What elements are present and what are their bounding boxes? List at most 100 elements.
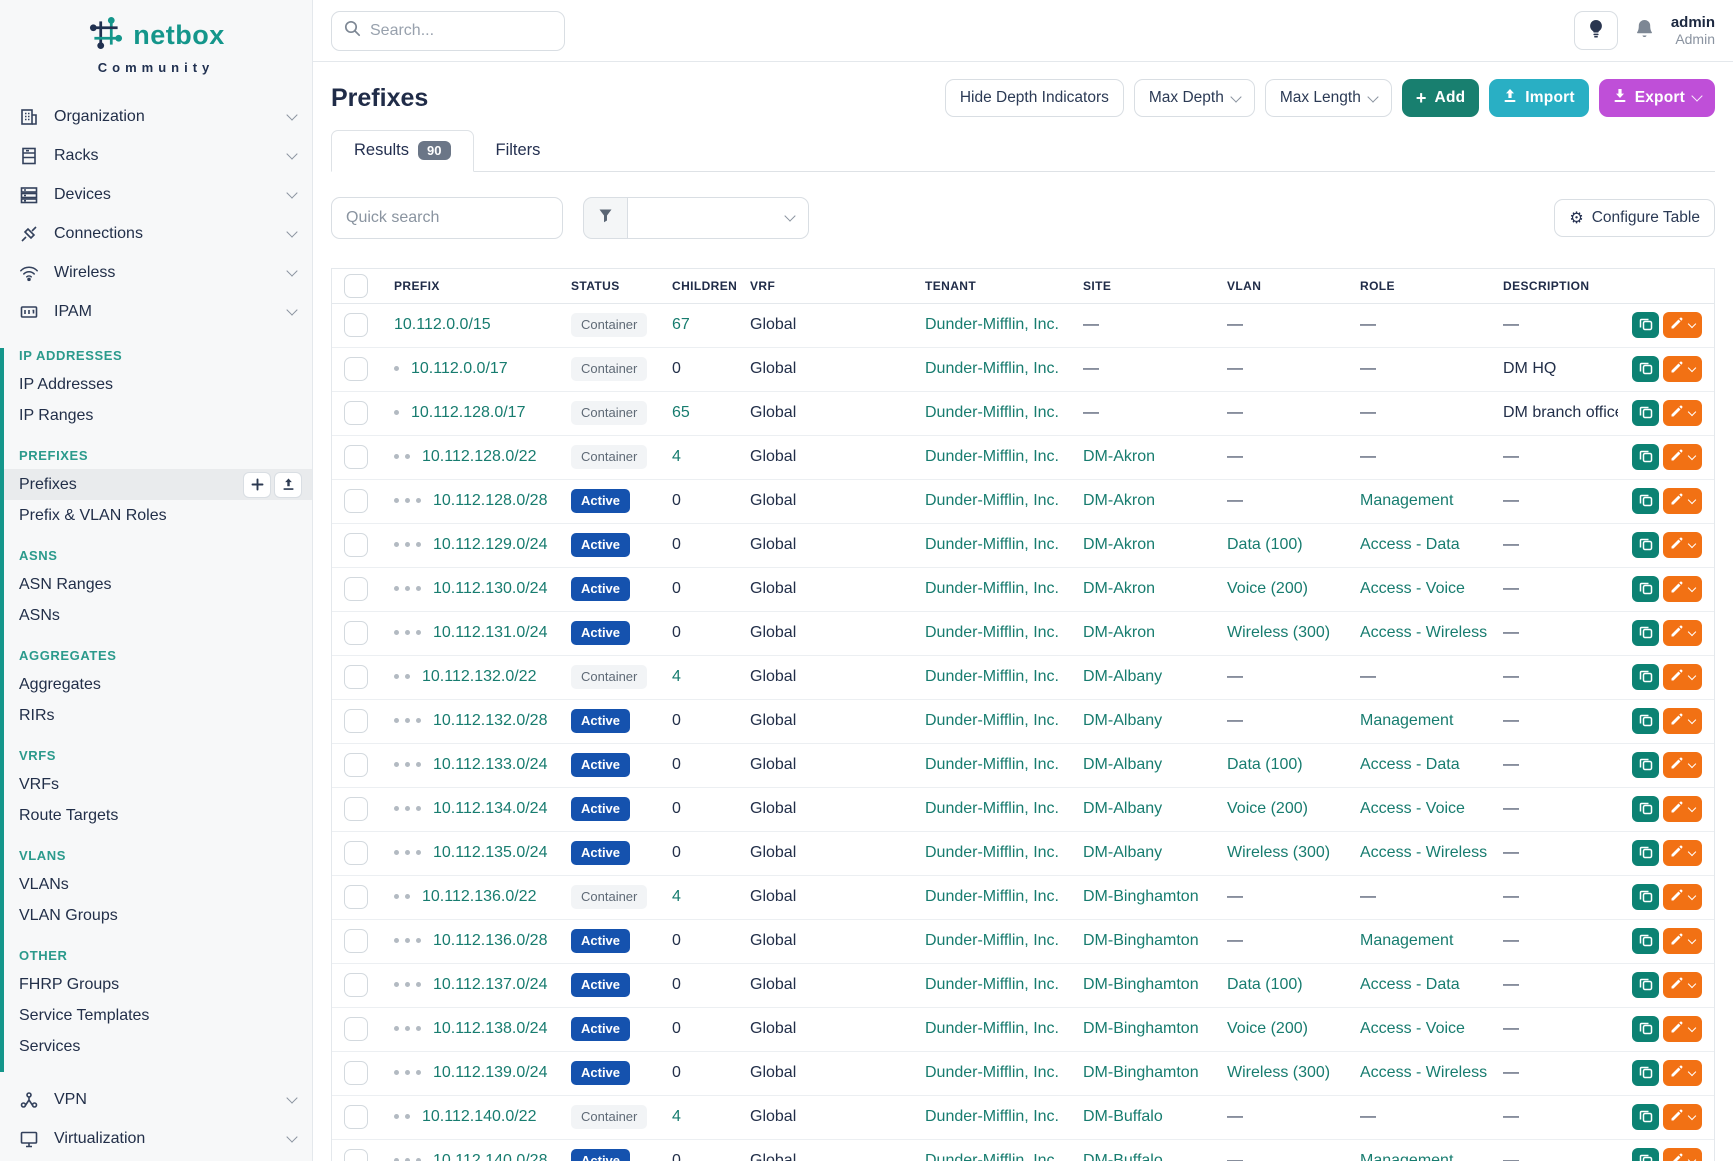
prefix-link[interactable]: 10.112.135.0/24 [433, 844, 547, 861]
import-button[interactable]: Import [1489, 79, 1588, 117]
clone-button[interactable] [1632, 1148, 1659, 1161]
prefix-link[interactable]: 10.112.129.0/24 [433, 536, 547, 553]
row-checkbox[interactable] [344, 445, 368, 469]
add-button[interactable]: + Add [1402, 79, 1479, 117]
user-menu[interactable]: admin Admin [1671, 14, 1715, 47]
tenant-link[interactable]: Dunder-Mifflin, Inc. [925, 976, 1059, 993]
sidebar-item-fhrp-groups[interactable]: FHRP Groups [4, 969, 312, 1000]
prefix-link[interactable]: 10.112.133.0/24 [433, 756, 547, 773]
row-checkbox[interactable] [344, 489, 368, 513]
site-link[interactable]: DM-Akron [1083, 448, 1155, 465]
prefix-link[interactable]: 10.112.132.0/22 [422, 668, 536, 685]
site-link[interactable]: DM-Binghamton [1083, 932, 1199, 949]
row-checkbox[interactable] [344, 1017, 368, 1041]
sidebar-item-rirs[interactable]: RIRs [4, 700, 312, 731]
tenant-link[interactable]: Dunder-Mifflin, Inc. [925, 844, 1059, 861]
prefix-link[interactable]: 10.112.140.0/28 [433, 1152, 547, 1161]
prefix-link[interactable]: 10.112.136.0/28 [433, 932, 547, 949]
tenant-link[interactable]: Dunder-Mifflin, Inc. [925, 668, 1059, 685]
clone-button[interactable] [1632, 708, 1659, 734]
vlan-link[interactable]: Wireless (300) [1227, 624, 1330, 641]
edit-button[interactable] [1663, 312, 1702, 338]
vlan-link[interactable]: Voice (200) [1227, 1020, 1308, 1037]
prefix-link[interactable]: 10.112.132.0/28 [433, 712, 547, 729]
export-button[interactable]: Export [1599, 79, 1715, 117]
tenant-link[interactable]: Dunder-Mifflin, Inc. [925, 888, 1059, 905]
tenant-link[interactable]: Dunder-Mifflin, Inc. [925, 360, 1059, 377]
column-header-children[interactable]: CHILDREN [660, 269, 738, 303]
sidebar-item-prefix-and-vlan-roles[interactable]: Prefix & VLAN Roles [4, 500, 312, 531]
sidebar-item-connections[interactable]: Connections [0, 214, 312, 253]
row-checkbox[interactable] [344, 885, 368, 909]
vlan-link[interactable]: Voice (200) [1227, 580, 1308, 597]
prefix-link[interactable]: 10.112.0.0/15 [394, 316, 491, 333]
tenant-link[interactable]: Dunder-Mifflin, Inc. [925, 1108, 1059, 1125]
sidebar-item-ipam[interactable]: IPAM [0, 292, 312, 331]
sidebar-item-vlans[interactable]: VLANs [4, 869, 312, 900]
vlan-link[interactable]: Data (100) [1227, 976, 1303, 993]
role-link[interactable]: Access - Wireless [1360, 1064, 1487, 1081]
tenant-link[interactable]: Dunder-Mifflin, Inc. [925, 756, 1059, 773]
role-link[interactable]: Management [1360, 932, 1453, 949]
site-link[interactable]: DM-Albany [1083, 668, 1162, 685]
clone-button[interactable] [1632, 664, 1659, 690]
tenant-link[interactable]: Dunder-Mifflin, Inc. [925, 492, 1059, 509]
sidebar-item-vrfs[interactable]: VRFs [4, 769, 312, 800]
theme-toggle-button[interactable] [1574, 11, 1618, 50]
edit-button[interactable] [1663, 972, 1702, 998]
site-link[interactable]: DM-Akron [1083, 580, 1155, 597]
role-link[interactable]: Access - Data [1360, 536, 1460, 553]
clone-button[interactable] [1632, 488, 1659, 514]
site-link[interactable]: DM-Binghamton [1083, 888, 1199, 905]
edit-button[interactable] [1663, 796, 1702, 822]
edit-button[interactable] [1663, 708, 1702, 734]
role-link[interactable]: Access - Data [1360, 976, 1460, 993]
prefix-link[interactable]: 10.112.139.0/24 [433, 1064, 547, 1081]
children-count-link[interactable]: 4 [672, 668, 681, 685]
prefix-link[interactable]: 10.112.134.0/24 [433, 800, 547, 817]
sidebar-item-vpn[interactable]: VPN [0, 1080, 312, 1119]
site-link[interactable]: DM-Akron [1083, 624, 1155, 641]
sidebar-item-services[interactable]: Services [4, 1031, 312, 1062]
edit-button[interactable] [1663, 752, 1702, 778]
clone-button[interactable] [1632, 312, 1659, 338]
role-link[interactable]: Access - Data [1360, 756, 1460, 773]
edit-button[interactable] [1663, 884, 1702, 910]
site-link[interactable]: DM-Akron [1083, 492, 1155, 509]
vlan-link[interactable]: Wireless (300) [1227, 1064, 1330, 1081]
prefix-link[interactable]: 10.112.131.0/24 [433, 624, 547, 641]
edit-button[interactable] [1663, 1060, 1702, 1086]
edit-button[interactable] [1663, 400, 1702, 426]
configure-table-button[interactable]: ⚙ Configure Table [1554, 199, 1715, 237]
vlan-link[interactable]: Data (100) [1227, 536, 1303, 553]
sidebar-item-asn-ranges[interactable]: ASN Ranges [4, 569, 312, 600]
row-checkbox[interactable] [344, 577, 368, 601]
max-depth-dropdown[interactable]: Max Depth [1134, 79, 1255, 117]
edit-button[interactable] [1663, 928, 1702, 954]
max-length-dropdown[interactable]: Max Length [1265, 79, 1392, 117]
row-checkbox[interactable] [344, 621, 368, 645]
tab-filters[interactable]: Filters [474, 130, 563, 172]
clone-button[interactable] [1632, 356, 1659, 382]
site-link[interactable]: DM-Binghamton [1083, 1064, 1199, 1081]
site-link[interactable]: DM-Akron [1083, 536, 1155, 553]
prefix-link[interactable]: 10.112.137.0/24 [433, 976, 547, 993]
clone-button[interactable] [1632, 444, 1659, 470]
tab-results[interactable]: Results 90 [331, 130, 474, 172]
clone-button[interactable] [1632, 796, 1659, 822]
column-header-vlan[interactable]: VLAN [1215, 269, 1348, 303]
clone-button[interactable] [1632, 884, 1659, 910]
sidebar-item-asns[interactable]: ASNs [4, 600, 312, 631]
role-link[interactable]: Management [1360, 712, 1453, 729]
clone-button[interactable] [1632, 928, 1659, 954]
select-all-checkbox[interactable] [344, 274, 368, 298]
clone-button[interactable] [1632, 532, 1659, 558]
tenant-link[interactable]: Dunder-Mifflin, Inc. [925, 800, 1059, 817]
clone-button[interactable] [1632, 752, 1659, 778]
children-count-link[interactable]: 4 [672, 448, 681, 465]
vlan-link[interactable]: Voice (200) [1227, 800, 1308, 817]
row-checkbox[interactable] [344, 1149, 368, 1161]
vlan-link[interactable]: Wireless (300) [1227, 844, 1330, 861]
column-header-tenant[interactable]: TENANT [913, 269, 1071, 303]
tenant-link[interactable]: Dunder-Mifflin, Inc. [925, 1064, 1059, 1081]
